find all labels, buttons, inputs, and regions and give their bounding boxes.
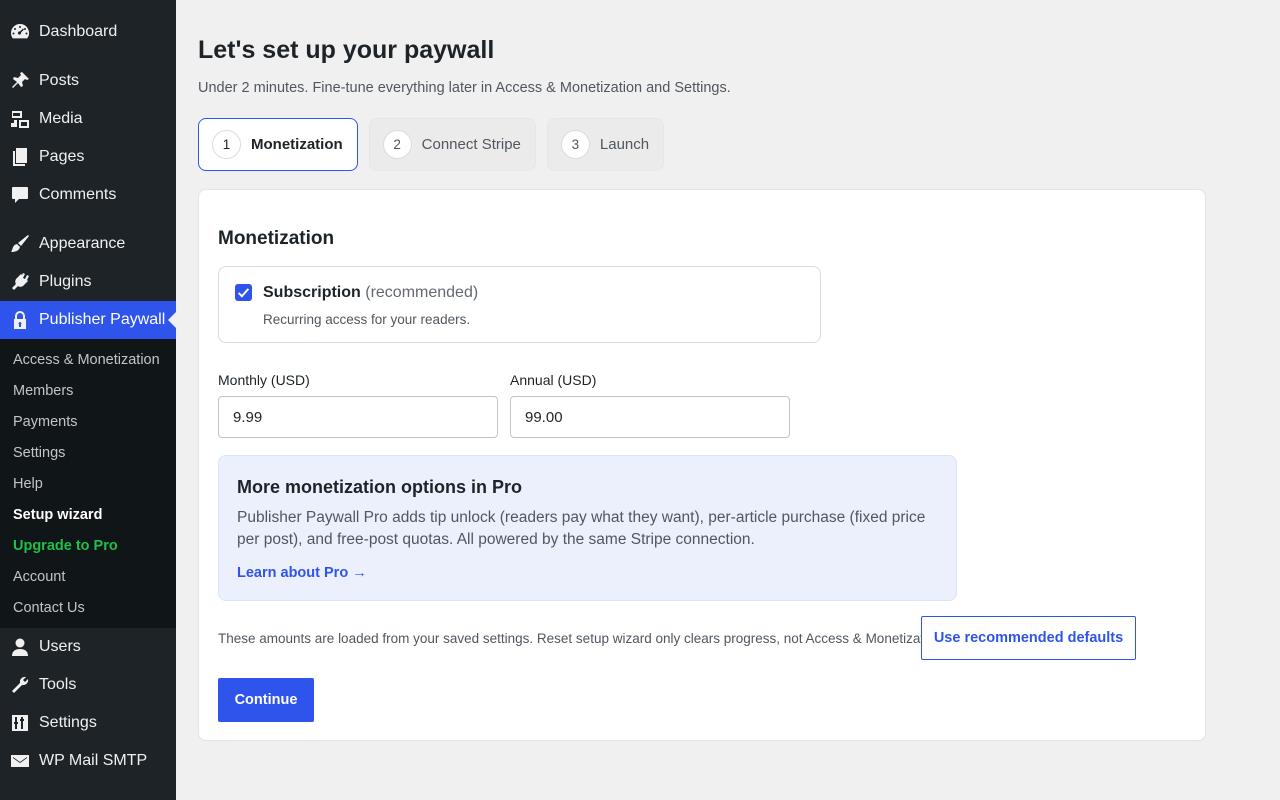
checkmark-icon [237,288,250,298]
menu-label: Appearance [39,235,126,252]
menu-label: Tools [39,676,77,693]
wizard-steps: 1 Monetization 2 Connect Stripe 3 Launch [198,118,665,171]
menu-label: Pages [39,148,85,165]
menu-item-media[interactable]: Media [0,100,176,138]
page-subtitle: Under 2 minutes. Fine-tune everything la… [198,80,731,96]
settings-note: These amounts are loaded from your saved… [218,631,946,646]
continue-button[interactable]: Continue [218,678,314,722]
menu-label: Publisher Paywall [39,311,166,328]
menu-item-comments[interactable]: Comments [0,176,176,214]
menu-label: Plugins [39,273,92,290]
page-title: Let's set up your paywall [198,36,495,64]
submenu-help[interactable]: Help [0,469,176,500]
menu-label: Dashboard [39,23,118,40]
subscription-description: Recurring access for your readers. [263,312,471,327]
step-label: Connect Stripe [421,136,521,153]
learn-about-pro-link[interactable]: Learn about Pro → [237,565,367,581]
submenu-upgrade-to-pro[interactable]: Upgrade to Pro [0,531,176,562]
subscription-label: Subscription [263,284,361,301]
pages-icon [10,147,30,167]
step-number: 3 [560,130,590,159]
step-label: Monetization [251,136,343,153]
monthly-price-input[interactable] [218,396,498,438]
submenu-account[interactable]: Account [0,562,176,593]
menu-label: WP Mail SMTP [39,752,148,769]
submenu-contact-us[interactable]: Contact Us [0,593,176,624]
lock-icon [10,310,30,330]
annual-price-input[interactable] [510,396,790,438]
menu-item-dashboard[interactable]: Dashboard [0,13,176,51]
step-monetization[interactable]: 1 Monetization [198,118,358,171]
pin-icon [10,71,30,91]
menu-item-users[interactable]: Users [0,628,176,666]
subscription-option[interactable]: Subscription (recommended) Recurring acc… [218,266,821,343]
menu-item-pages[interactable]: Pages [0,138,176,176]
menu-label: Media [39,110,83,127]
media-icon [10,109,30,129]
dashboard-icon [10,22,30,42]
annual-label: Annual (USD) [510,372,597,388]
section-title: Monetization [218,228,335,249]
menu-item-posts[interactable]: Posts [0,62,176,100]
step-connect-stripe[interactable]: 2 Connect Stripe [368,118,536,171]
submenu-setup-wizard[interactable]: Setup wizard [0,500,176,531]
sliders-icon [10,713,30,733]
menu-item-plugins[interactable]: Plugins [0,263,176,301]
admin-sidebar: Dashboard Posts Media Pages Comments App… [0,0,176,800]
menu-label: Posts [39,72,80,89]
recommended-tag: (recommended) [365,284,479,301]
user-icon [10,637,30,657]
step-launch[interactable]: 3 Launch [546,118,665,171]
brush-icon [10,234,30,254]
submenu-payments[interactable]: Payments [0,407,176,438]
use-recommended-defaults-button[interactable]: Use recommended defaults [921,616,1136,660]
menu-label: Settings [39,714,97,731]
menu-label: Comments [39,186,117,203]
menu-item-publisher-paywall[interactable]: Publisher Paywall [0,301,176,339]
wizard-card: Monetization Subscription (recommended) … [198,189,1206,741]
subscription-checkbox[interactable] [235,284,252,301]
menu-item-settings[interactable]: Settings [0,704,176,742]
step-label: Launch [599,136,650,153]
monthly-label: Monthly (USD) [218,372,310,388]
pro-title: More monetization options in Pro [237,477,522,497]
submenu-access-monetization[interactable]: Access & Monetization [0,345,176,376]
submenu-members[interactable]: Members [0,376,176,407]
step-number: 2 [382,130,412,159]
submenu-settings[interactable]: Settings [0,438,176,469]
pro-description: Publisher Paywall Pro adds tip unlock (r… [237,509,926,548]
plug-icon [10,272,30,292]
menu-item-tools[interactable]: Tools [0,666,176,704]
subscription-label-row: Subscription (recommended) [263,284,478,302]
step-number: 1 [212,130,241,159]
pro-upsell-box: More monetization options in Pro Publish… [218,455,957,601]
wrench-icon [10,675,30,695]
menu-label: Users [39,638,81,655]
paywall-submenu: Access & Monetization Members Payments S… [0,339,176,628]
mail-icon [10,751,30,771]
comment-icon [10,185,30,205]
menu-item-appearance[interactable]: Appearance [0,225,176,263]
menu-item-wp-mail-smtp[interactable]: WP Mail SMTP [0,742,176,780]
